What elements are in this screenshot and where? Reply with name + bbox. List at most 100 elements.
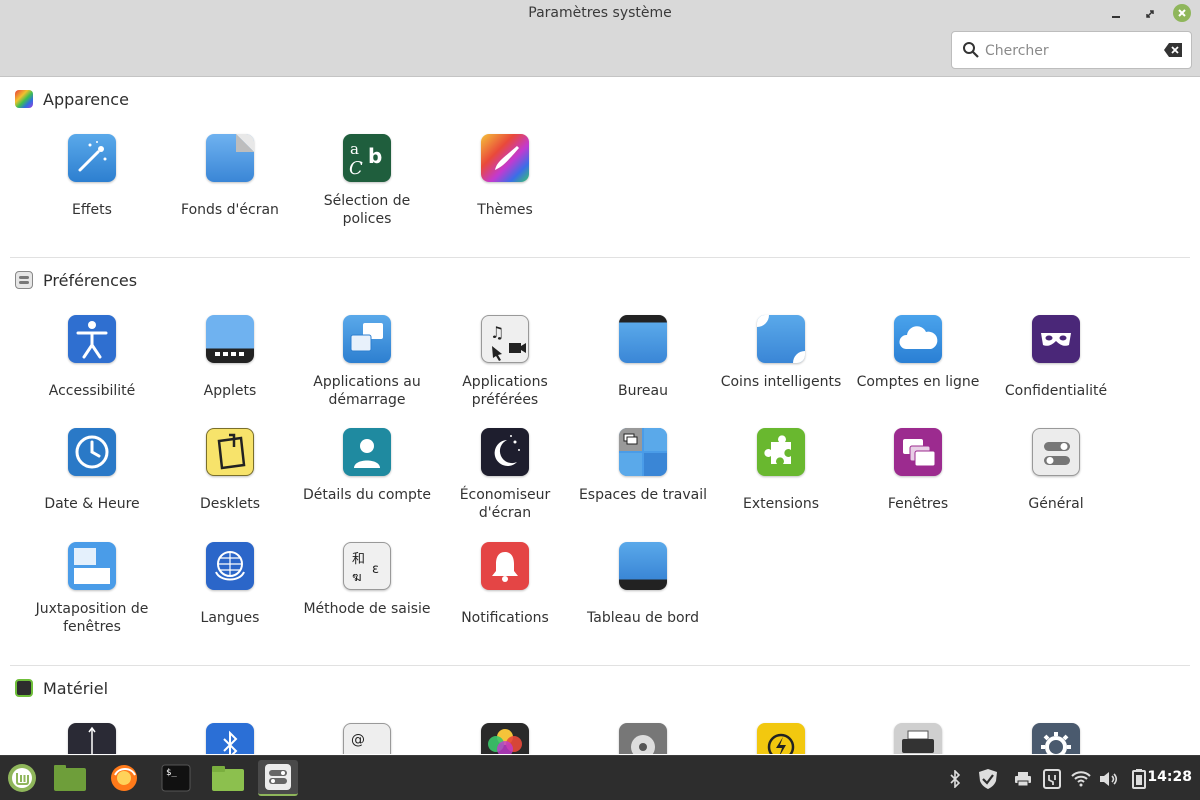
tray-update-manager[interactable]: [977, 768, 999, 790]
settings-item-account-details[interactable]: Détails du compte: [298, 428, 436, 504]
item-label: Méthode de saisie: [303, 601, 431, 617]
settings-item-accessibility[interactable]: Accessibilité: [23, 315, 161, 400]
search-input[interactable]: [985, 38, 1155, 64]
settings-item-hot-corners[interactable]: Coins intelligents: [712, 315, 850, 391]
input-method-icon: 和ฆε: [343, 542, 391, 590]
appearance-icon: [15, 90, 33, 108]
settings-item-desklets[interactable]: Desklets: [161, 428, 299, 513]
close-icon: [1178, 9, 1186, 17]
taskbar-clock[interactable]: 14:28: [1147, 769, 1192, 785]
display-icon: [68, 723, 116, 754]
maximize-icon: [1146, 10, 1154, 18]
tray-usb[interactable]: [1041, 768, 1063, 790]
maximize-button[interactable]: [1140, 4, 1160, 24]
settings-item-keyboard[interactable]: @: [298, 723, 436, 754]
settings-item-disks[interactable]: [574, 723, 712, 754]
shield-icon: [979, 769, 997, 789]
hardware-icon: [15, 679, 33, 697]
screensaver-icon: [481, 428, 529, 476]
settings-item-windows[interactable]: Fenêtres: [849, 428, 987, 513]
taskbar-terminal-button[interactable]: $_: [156, 760, 196, 796]
folder-icon: [212, 766, 244, 791]
clear-search-icon[interactable]: [1163, 42, 1183, 58]
settings-item-extensions[interactable]: Extensions: [712, 428, 850, 513]
settings-item-power[interactable]: [712, 723, 850, 754]
svg-text:b: b: [368, 144, 382, 168]
extensions-icon: [757, 428, 805, 476]
settings-item-online-accounts[interactable]: Comptes en ligne: [849, 315, 987, 391]
font-selection-icon: aCb: [343, 134, 391, 182]
item-label: Langues: [200, 610, 260, 626]
settings-item-color[interactable]: [436, 723, 574, 754]
section-title: Apparence: [43, 89, 129, 109]
svg-text:$_: $_: [166, 768, 177, 778]
section-header-apparence: Apparence: [15, 87, 129, 111]
taskbar-files-button[interactable]: [50, 760, 90, 796]
tray-bluetooth[interactable]: [944, 768, 966, 790]
menu-button[interactable]: [2, 760, 42, 796]
search-icon: [963, 42, 979, 58]
settings-item-system-settings[interactable]: [987, 723, 1125, 754]
clock-icon: [68, 428, 116, 476]
item-label: Fonds d'écran: [181, 202, 279, 218]
files-icon: [54, 765, 86, 791]
settings-item-languages[interactable]: Langues: [161, 542, 299, 627]
item-label: Comptes en ligne: [856, 374, 980, 390]
desklets-icon: [206, 428, 254, 476]
minimize-icon: [1112, 16, 1120, 18]
close-button[interactable]: [1173, 4, 1191, 22]
settings-item-bluetooth[interactable]: [161, 723, 299, 754]
settings-item-printers[interactable]: [849, 723, 987, 754]
svg-text:ε: ε: [372, 562, 379, 577]
preferences-icon: [15, 271, 33, 289]
item-label: Applets: [203, 383, 257, 399]
section-header-preferences: Préférences: [15, 268, 137, 292]
effects-icon: [68, 134, 116, 182]
settings-item-workspaces[interactable]: Espaces de travail: [574, 428, 712, 504]
taskbar-firefox-button[interactable]: [104, 760, 144, 796]
item-label: Confidentialité: [1004, 383, 1108, 399]
tray-volume[interactable]: [1098, 768, 1120, 790]
printer-icon: [1015, 772, 1031, 787]
section-header-hardware: Matériel: [15, 676, 108, 700]
section-divider: [10, 257, 1190, 258]
settings-item-panel[interactable]: Tableau de bord: [574, 542, 712, 627]
search-box[interactable]: [951, 31, 1192, 69]
item-label: Applications préférées: [462, 374, 548, 408]
power-icon: [757, 723, 805, 754]
settings-item-privacy[interactable]: Confidentialité: [987, 315, 1125, 400]
tray-wifi[interactable]: [1070, 768, 1092, 790]
item-label: Accessibilité: [48, 383, 136, 399]
taskbar-system-settings-button[interactable]: [258, 760, 298, 796]
bluetooth-icon: [950, 770, 961, 788]
settings-item-input-method[interactable]: 和ฆε Méthode de saisie: [298, 542, 436, 618]
item-label: Fenêtres: [887, 496, 949, 512]
settings-item-notifications[interactable]: Notifications: [436, 542, 574, 627]
settings-item-wallpaper[interactable]: Fonds d'écran: [161, 134, 299, 219]
settings-item-display[interactable]: [23, 723, 161, 754]
general-icon: [1032, 428, 1080, 476]
settings-item-general[interactable]: Général: [987, 428, 1125, 513]
volume-icon: [1100, 772, 1118, 786]
wallpaper-icon: [206, 134, 254, 182]
settings-item-themes[interactable]: Thèmes: [436, 134, 574, 219]
taskbar-folder-button[interactable]: [208, 760, 248, 796]
svg-text:C: C: [349, 158, 363, 179]
settings-item-window-tiling[interactable]: Juxtaposition de fenêtres: [23, 542, 161, 636]
settings-item-preferred-applications[interactable]: ♫ Applications préférées: [436, 315, 574, 409]
settings-item-fonts[interactable]: aCb Sélection de polices: [298, 134, 436, 228]
accessibility-icon: [68, 315, 116, 363]
svg-text:ฆ: ฆ: [352, 570, 362, 585]
settings-item-startup-applications[interactable]: Applications au démarrage: [298, 315, 436, 409]
settings-item-screensaver[interactable]: Économiseur d'écran: [436, 428, 574, 522]
item-label: Général: [1028, 496, 1084, 512]
settings-item-desktop[interactable]: Bureau: [574, 315, 712, 400]
startup-applications-icon: [343, 315, 391, 363]
settings-item-date-time[interactable]: Date & Heure: [23, 428, 161, 513]
themes-icon: [481, 134, 529, 182]
settings-item-effects[interactable]: Effets: [23, 134, 161, 219]
minimize-button[interactable]: [1106, 4, 1126, 24]
settings-item-applets[interactable]: Applets: [161, 315, 299, 400]
tray-printer[interactable]: [1012, 768, 1034, 790]
online-accounts-icon: [894, 315, 942, 363]
